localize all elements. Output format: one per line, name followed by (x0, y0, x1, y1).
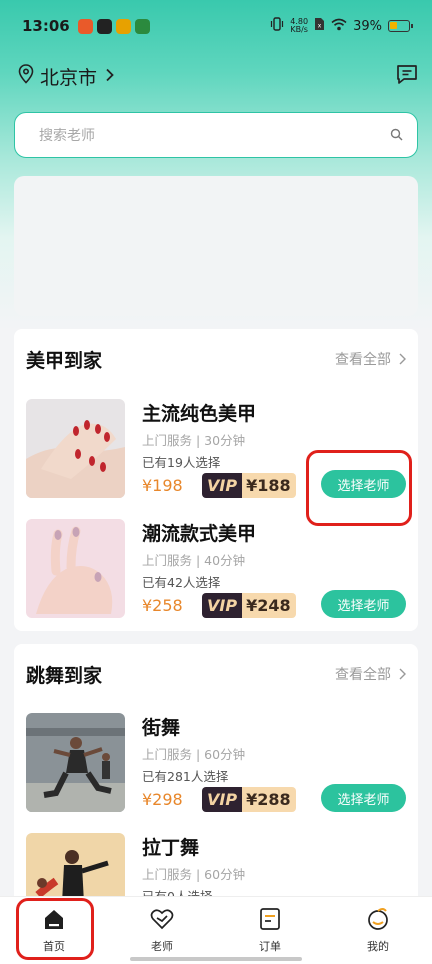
item-title: 主流纯色美甲 (142, 403, 257, 425)
sim-icon: x (314, 17, 325, 35)
item-title: 街舞 (142, 717, 181, 739)
nail-trend-image (26, 519, 125, 618)
vip-price: ¥248 (242, 593, 296, 618)
vip-tag: VIP (202, 787, 243, 812)
status-bar: 13:06 4.80 KB/s x 39% (0, 0, 432, 52)
view-all-label: 查看全部 (335, 667, 391, 683)
nav-label: 老师 (151, 940, 173, 953)
battery-percent: 39% (353, 18, 382, 34)
highlight-box (16, 898, 94, 960)
status-right: 4.80 KB/s x 39% (270, 17, 413, 35)
search-icon[interactable] (390, 126, 403, 145)
vip-price-badge: VIP ¥248 (202, 593, 296, 618)
view-all-link[interactable]: 查看全部 (335, 349, 406, 369)
app-notification-icon (134, 18, 150, 34)
vip-tag: VIP (202, 593, 243, 618)
net-speed: 4.80 KB/s (290, 18, 308, 34)
vip-price-badge: VIP ¥188 (202, 473, 296, 498)
item-meta: 上门服务 | 30分钟 (142, 433, 246, 448)
section-header: 美甲到家 查看全部 (26, 347, 406, 372)
banner-placeholder[interactable] (14, 176, 418, 316)
service-item[interactable]: 街舞 上门服务 | 60分钟 已有281人选择 ¥298 VIP ¥288 选择… (26, 713, 406, 813)
profile-icon (366, 908, 390, 935)
vip-tag: VIP (202, 473, 243, 498)
vibrate-icon (270, 17, 284, 35)
nav-orders[interactable]: 订单 (230, 907, 310, 954)
chevron-right-icon (399, 668, 406, 680)
status-time: 13:06 (22, 17, 70, 35)
wifi-icon (331, 18, 347, 35)
nav-label: 订单 (259, 940, 281, 953)
location-row: 北京市 (18, 60, 418, 92)
chevron-right-icon[interactable] (105, 67, 114, 86)
section-title: 美甲到家 (26, 349, 103, 372)
search-bar[interactable]: 搜索老师 (14, 112, 418, 158)
chevron-right-icon (399, 353, 406, 365)
highlight-box (306, 450, 412, 526)
item-count: 已有281人选择 (142, 769, 229, 784)
search-input[interactable]: 搜索老师 (39, 125, 390, 145)
item-count: 已有42人选择 (142, 575, 221, 590)
section-title: 跳舞到家 (26, 664, 103, 687)
vip-price: ¥188 (242, 473, 296, 498)
net-speed-unit: KB/s (290, 25, 308, 34)
order-icon (258, 908, 282, 935)
view-all-link[interactable]: 查看全部 (335, 664, 406, 684)
item-meta: 上门服务 | 40分钟 (142, 553, 246, 568)
select-teacher-button[interactable]: 选择老师 (321, 784, 406, 812)
street-dance-image (26, 713, 125, 812)
item-price: ¥258 (142, 596, 183, 615)
section-header: 跳舞到家 查看全部 (26, 662, 406, 687)
location-pin-icon[interactable] (18, 64, 34, 88)
app-notification-icon (77, 18, 93, 34)
nav-teacher[interactable]: 老师 (122, 907, 202, 954)
battery-icon (388, 20, 413, 32)
section-dance-service: 跳舞到家 查看全部 街舞 上门服务 | 60分钟 已有281人选择 ¥298 V… (14, 644, 418, 932)
svg-text:x: x (318, 23, 322, 30)
service-item[interactable]: 潮流款式美甲 上门服务 | 40分钟 已有42人选择 ¥258 VIP ¥248… (26, 519, 406, 619)
item-title: 潮流款式美甲 (142, 523, 257, 545)
nav-profile[interactable]: 我的 (338, 907, 418, 954)
vip-price-badge: VIP ¥288 (202, 787, 296, 812)
message-icon[interactable] (396, 64, 418, 88)
nail-solid-image (26, 399, 125, 498)
item-price: ¥298 (142, 790, 183, 809)
teacher-icon (150, 909, 174, 935)
item-title: 拉丁舞 (142, 837, 200, 859)
city-selector[interactable]: 北京市 (40, 63, 97, 90)
nav-label: 我的 (367, 940, 389, 953)
select-teacher-button[interactable]: 选择老师 (321, 590, 406, 618)
view-all-label: 查看全部 (335, 352, 391, 368)
vip-price: ¥288 (242, 787, 296, 812)
home-indicator (130, 957, 302, 961)
item-price: ¥198 (142, 476, 183, 495)
item-count: 已有19人选择 (142, 455, 221, 470)
item-meta: 上门服务 | 60分钟 (142, 867, 246, 882)
app-notification-icon (96, 18, 112, 34)
status-app-icons (77, 18, 150, 34)
item-meta: 上门服务 | 60分钟 (142, 747, 246, 762)
app-notification-icon (115, 18, 131, 34)
